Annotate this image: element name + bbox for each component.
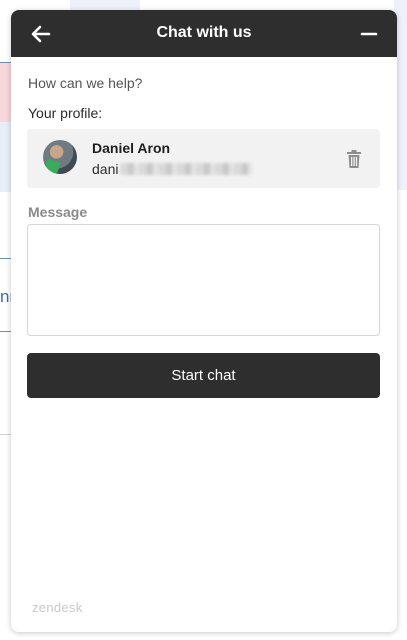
chat-title: Chat with us (156, 24, 252, 41)
profile-label: Your profile: (28, 105, 103, 121)
profile-card: Daniel Aron dani (27, 129, 380, 188)
profile-email: dani (92, 161, 119, 177)
avatar-accent (43, 158, 61, 174)
zendesk-logo: zendesk (32, 600, 83, 615)
trash-icon (347, 150, 361, 168)
minimize-button[interactable] (359, 24, 379, 44)
minus-icon (360, 32, 378, 36)
delete-profile-button[interactable] (347, 150, 361, 168)
avatar (43, 140, 77, 174)
message-label: Message (28, 204, 88, 220)
profile-name: Daniel Aron (92, 140, 171, 156)
message-input[interactable] (27, 224, 380, 336)
start-chat-button[interactable]: Start chat (27, 353, 380, 398)
chat-widget: Chat with us How can we help? Your profi… (11, 10, 397, 632)
email-redaction (120, 163, 252, 175)
chat-header: Chat with us (11, 10, 397, 57)
help-prompt: How can we help? (28, 75, 143, 91)
background-tab (70, 0, 140, 10)
